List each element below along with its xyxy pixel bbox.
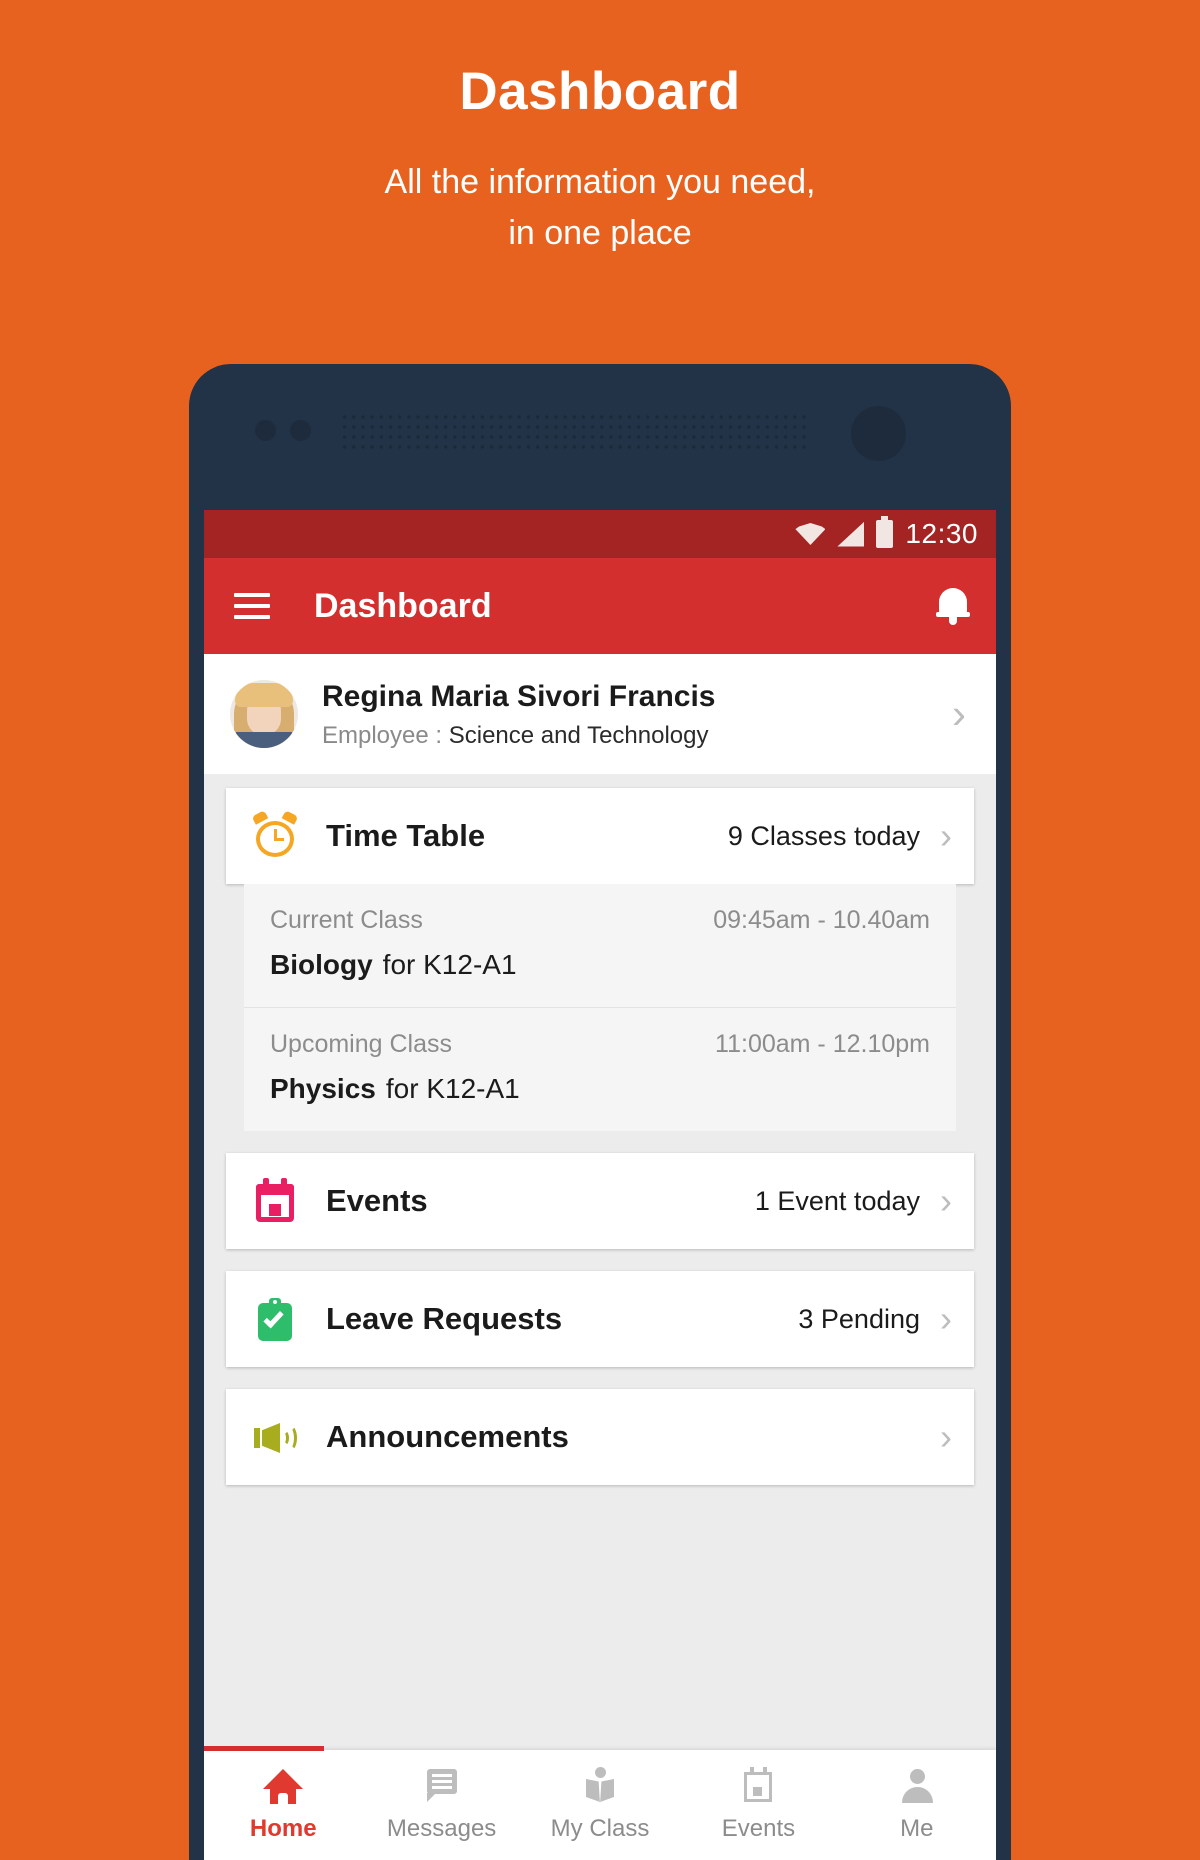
battery-icon: [876, 516, 894, 548]
profile-role-label: Employee :: [322, 722, 443, 750]
card-meta-leave-requests: 3 Pending: [798, 1303, 920, 1334]
upcoming-class-for: for K12-A1: [385, 1073, 520, 1104]
upcoming-class-label: Upcoming Class: [270, 1030, 453, 1058]
sensor-dots-icon: [255, 420, 311, 441]
megaphone-icon: [252, 1414, 298, 1460]
clipboard-check-icon: [252, 1296, 298, 1342]
card-meta-events: 1 Event today: [754, 1185, 920, 1216]
nav-item-messages[interactable]: Messages: [362, 1750, 520, 1860]
current-class-label: Current Class: [270, 906, 423, 934]
card-title-time-table: Time Table: [326, 818, 486, 853]
promo-subtitle-line-1: All the information you need,: [384, 162, 816, 201]
chevron-right-icon[interactable]: ›: [936, 1301, 956, 1337]
card-title-leave-requests: Leave Requests: [326, 1301, 563, 1336]
signal-icon: [837, 521, 865, 547]
card-title-events: Events: [326, 1183, 428, 1218]
profile-role: Employee : Science and Technology: [322, 722, 944, 750]
calendar-icon: [738, 1767, 778, 1805]
card-announcements[interactable]: Announcements ›: [226, 1389, 974, 1485]
phone-mockup: 12:30 Dashboard Regina Maria Sivori Fran…: [189, 364, 1011, 1860]
dashboard-content: Time Table 9 Classes today › Current Cla…: [204, 774, 996, 1485]
promo-header: Dashboard All the information you need, …: [0, 0, 1200, 259]
chevron-right-icon[interactable]: ›: [936, 1183, 956, 1219]
phone-screen: 12:30 Dashboard Regina Maria Sivori Fran…: [204, 510, 996, 1860]
current-class-time: 09:45am - 10.40am: [713, 906, 930, 934]
nav-item-me[interactable]: Me: [838, 1750, 996, 1860]
current-class-subject: Biology: [270, 949, 373, 980]
home-icon: [263, 1767, 304, 1805]
promo-title: Dashboard: [459, 62, 741, 121]
card-events[interactable]: Events 1 Event today ›: [226, 1153, 974, 1249]
bell-icon[interactable]: [936, 586, 970, 626]
profile-department: Science and Technology: [448, 722, 709, 750]
avatar: [230, 680, 298, 748]
book-icon: [580, 1767, 620, 1805]
promo-subtitle-line-2: in one place: [508, 213, 692, 252]
time-table-row-current[interactable]: Current Class 09:45am - 10.40am Biology f…: [244, 884, 956, 1007]
promo-subtitle: All the information you need, in one pla…: [0, 157, 1200, 259]
time-table-row-upcoming[interactable]: Upcoming Class 11:00am - 12.10pm Physics…: [244, 1007, 956, 1131]
upcoming-class-time: 11:00am - 12.10pm: [715, 1030, 930, 1058]
upcoming-class-subject: Physics: [270, 1073, 376, 1104]
card-meta-time-table: 9 Classes today: [727, 820, 920, 851]
bottom-navigation: Home Messages My Class Events Me: [204, 1746, 996, 1860]
nav-label-my-class: My Class: [550, 1815, 650, 1842]
front-camera-icon: [851, 406, 906, 461]
profile-name: Regina Maria Sivori Francis: [322, 679, 716, 713]
calendar-icon: [252, 1178, 298, 1224]
current-class-for: for K12-A1: [382, 949, 517, 980]
speaker-grille-icon: [340, 412, 806, 452]
message-icon: [422, 1767, 462, 1805]
status-bar: 12:30: [204, 510, 996, 558]
card-title-announcements: Announcements: [326, 1419, 569, 1454]
wifi-icon: [795, 523, 826, 545]
chevron-right-icon[interactable]: ›: [936, 1419, 956, 1455]
hamburger-menu-icon[interactable]: [234, 586, 270, 626]
nav-label-me: Me: [900, 1815, 934, 1842]
chevron-right-icon[interactable]: ›: [944, 693, 974, 735]
app-bar: Dashboard: [204, 558, 996, 654]
nav-item-events[interactable]: Events: [679, 1750, 837, 1860]
nav-item-my-class[interactable]: My Class: [521, 1750, 679, 1860]
card-leave-requests[interactable]: Leave Requests 3 Pending ›: [226, 1271, 974, 1367]
time-table-detail: Current Class 09:45am - 10.40am Biology f…: [244, 884, 956, 1131]
chevron-right-icon[interactable]: ›: [936, 818, 956, 854]
nav-label-events: Events: [721, 1815, 796, 1842]
card-time-table[interactable]: Time Table 9 Classes today ›: [226, 788, 974, 884]
status-bar-time: 12:30: [905, 518, 978, 549]
profile-text: Regina Maria Sivori Francis Employee : S…: [322, 678, 944, 751]
phone-top-bezel: [189, 364, 1011, 510]
app-bar-title: Dashboard: [314, 586, 492, 625]
profile-row[interactable]: Regina Maria Sivori Francis Employee : S…: [204, 654, 996, 774]
nav-label-home: Home: [249, 1815, 317, 1842]
person-icon: [897, 1767, 937, 1805]
alarm-clock-icon: [251, 810, 299, 859]
nav-item-home[interactable]: Home: [204, 1750, 362, 1860]
nav-label-messages: Messages: [386, 1815, 497, 1842]
